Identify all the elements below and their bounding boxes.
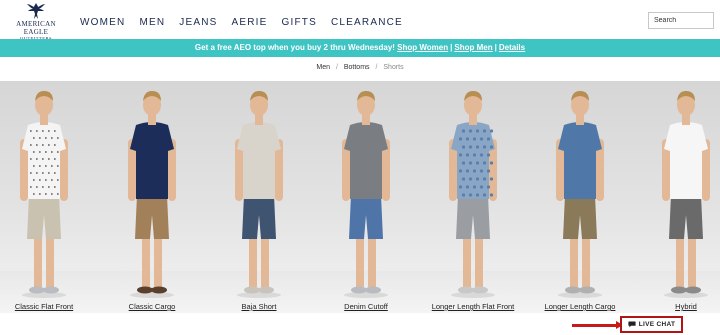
breadcrumb-men[interactable]: Men xyxy=(316,64,330,71)
eagle-icon xyxy=(27,3,45,19)
promo-banner: Get a free AEO top when you buy 2 thru W… xyxy=(0,39,720,57)
product-link-classic-cargo[interactable]: Classic Cargo xyxy=(129,302,176,311)
shop-women-link[interactable]: Shop Women xyxy=(397,43,448,52)
product-link-longer-length-cargo[interactable]: Longer Length Cargo xyxy=(545,302,616,311)
nav-women[interactable]: WOMEN xyxy=(80,17,125,28)
model-figure[interactable] xyxy=(656,87,716,302)
brand-name: AMERICAN EAGLE xyxy=(16,20,56,36)
ae-logo[interactable]: AMERICAN EAGLE OUTFITTERS xyxy=(4,2,68,41)
nav-clearance[interactable]: CLEARANCE xyxy=(331,17,403,28)
shorts-hero-image xyxy=(0,81,720,313)
nav-aerie[interactable]: AERIE xyxy=(232,17,268,28)
breadcrumb: Men / Bottoms / Shorts xyxy=(0,64,720,71)
shop-men-link[interactable]: Shop Men xyxy=(454,43,492,52)
product-link-longer-length-flat-front[interactable]: Longer Length Flat Front xyxy=(432,302,515,311)
model-figure[interactable] xyxy=(229,87,289,302)
model-figure[interactable] xyxy=(336,87,396,302)
product-link-denim-cutoff[interactable]: Denim Cutoff xyxy=(344,302,388,311)
chat-bubble-icon xyxy=(628,321,636,328)
breadcrumb-bottoms[interactable]: Bottoms xyxy=(344,64,370,71)
breadcrumb-separator: / xyxy=(375,64,378,71)
nav-gifts[interactable]: GIFTS xyxy=(282,17,317,28)
model-figure[interactable] xyxy=(550,87,610,302)
nav-jeans[interactable]: JEANS xyxy=(179,17,217,28)
product-link-baja-short[interactable]: Baja Short xyxy=(241,302,276,311)
product-link-classic-flat-front[interactable]: Classic Flat Front xyxy=(15,302,73,311)
product-link-hybrid[interactable]: Hybrid xyxy=(675,302,697,311)
nav-men[interactable]: MEN xyxy=(139,17,165,28)
page: AMERICAN EAGLE OUTFITTERS WOMEN MEN JEAN… xyxy=(0,0,720,335)
breadcrumb-separator: / xyxy=(335,64,338,71)
annotation-arrow xyxy=(572,324,620,327)
model-figure[interactable] xyxy=(443,87,503,302)
main-nav: WOMEN MEN JEANS AERIE GIFTS CLEARANCE xyxy=(80,17,417,28)
breadcrumb-current: Shorts xyxy=(383,64,404,71)
live-chat-button[interactable]: LIVE CHAT xyxy=(620,316,683,333)
model-figure[interactable] xyxy=(122,87,182,302)
promo-text: Get a free AEO top when you buy 2 thru W… xyxy=(194,43,395,52)
product-labels: Classic Flat Front Classic Cargo Baja Sh… xyxy=(0,302,720,314)
details-link[interactable]: Details xyxy=(499,43,525,52)
live-chat-label: LIVE CHAT xyxy=(638,321,676,328)
site-header: AMERICAN EAGLE OUTFITTERS WOMEN MEN JEAN… xyxy=(0,0,720,41)
model-figure[interactable] xyxy=(14,87,74,302)
search-input[interactable] xyxy=(648,12,714,29)
